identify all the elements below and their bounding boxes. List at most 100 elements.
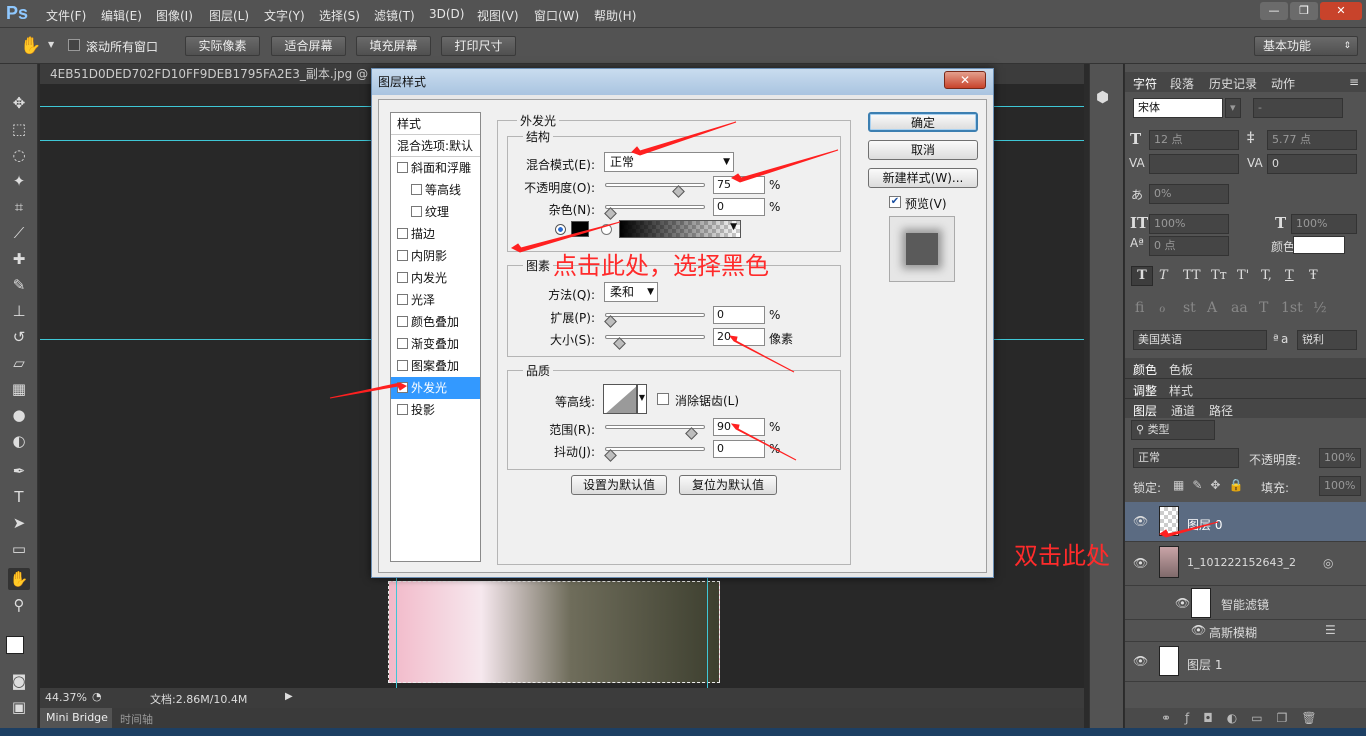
all-caps-button[interactable]: TT (1183, 268, 1201, 283)
visibility-eye-icon[interactable]: 👁 (1133, 514, 1148, 528)
menu-image[interactable]: 图像(I) (156, 7, 193, 24)
foreground-color-swatch[interactable] (6, 636, 24, 654)
style-checkbox[interactable] (397, 316, 408, 327)
hand-tool-active-icon[interactable]: ✋ (8, 568, 30, 590)
menu-edit[interactable]: 编辑(E) (101, 7, 142, 24)
style-item[interactable]: 光泽 (391, 289, 480, 311)
style-item[interactable]: 内阴影 (391, 245, 480, 267)
baseline-shift-field[interactable]: 0 点 (1149, 236, 1229, 256)
print-size-button[interactable]: 打印尺寸 (441, 36, 516, 56)
antialias-select[interactable]: 锐利 (1297, 330, 1357, 350)
layer-name[interactable]: 图层 0 (1187, 516, 1222, 533)
preview-checkbox[interactable]: ✔ (889, 196, 901, 208)
visibility-eye-icon[interactable]: 👁 (1133, 654, 1148, 668)
gradient-picker[interactable]: ▼ (619, 220, 741, 238)
font-family-chevron-icon[interactable]: ▾ (1225, 98, 1241, 118)
size-input[interactable]: 20 (713, 328, 765, 346)
style-item[interactable]: 描边 (391, 223, 480, 245)
layer-opacity-field[interactable]: 100% (1319, 448, 1361, 468)
type-tool-icon[interactable]: T (8, 486, 30, 508)
blur-tool-icon[interactable]: ● (8, 404, 30, 426)
eraser-icon[interactable]: ▱ (8, 352, 30, 374)
visibility-eye-icon[interactable]: 👁 (1191, 623, 1206, 637)
range-input[interactable]: 90 (713, 418, 765, 436)
style-item[interactable]: 渐变叠加 (391, 333, 480, 355)
reset-default-button[interactable]: 复位为默认值 (679, 475, 777, 495)
font-style-select[interactable]: - (1253, 98, 1343, 118)
menu-help[interactable]: 帮助(H) (594, 7, 636, 24)
quick-mask-icon[interactable]: ◙ (8, 670, 30, 692)
layer-name[interactable]: 1_101222152643_2 (1187, 556, 1296, 569)
tab-channels[interactable]: 通道 (1171, 402, 1195, 419)
noise-slider[interactable] (604, 205, 705, 220)
shape-tool-icon[interactable]: ▭ (8, 538, 30, 560)
opacity-slider[interactable] (605, 183, 705, 198)
fit-screen-button[interactable]: 适合屏幕 (271, 36, 346, 56)
lock-icons[interactable]: ▦✎✥🔒 (1173, 478, 1251, 492)
magic-wand-icon[interactable]: ✦ (8, 170, 30, 192)
style-checkbox[interactable] (397, 228, 408, 239)
visibility-eye-icon[interactable]: 👁 (1133, 556, 1148, 570)
clone-stamp-icon[interactable]: ⊥ (8, 300, 30, 322)
leading-field[interactable]: 5.77 点 (1267, 130, 1357, 150)
layer-filter-select[interactable]: ⚲ 类型 (1131, 420, 1215, 440)
alternates-button[interactable]: A (1207, 300, 1217, 316)
style-checkbox[interactable] (397, 162, 408, 173)
zoom-tool-icon[interactable]: ⚲ (8, 594, 30, 616)
style-checkbox[interactable] (397, 360, 408, 371)
tab-paragraph[interactable]: 段落 (1170, 75, 1194, 92)
minimize-button[interactable]: — (1260, 2, 1288, 20)
layer-name[interactable]: 图层 1 (1187, 656, 1222, 673)
style-item[interactable]: 斜面和浮雕 (391, 157, 480, 179)
gradient-tool-icon[interactable]: ▦ (8, 378, 30, 400)
layer-name[interactable]: 智能滤镜 (1221, 596, 1269, 613)
font-size-field[interactable]: 12 点 (1149, 130, 1239, 150)
jitter-input[interactable]: 0 (713, 440, 765, 458)
layer-blend-select[interactable]: 正常 (1133, 448, 1239, 468)
horizontal-scale-field[interactable]: 100% (1291, 214, 1357, 234)
brush-tool-icon[interactable]: ✎ (8, 274, 30, 296)
layer-row-1[interactable]: 👁 1_101222152643_2 ◎ (1125, 542, 1366, 586)
language-select[interactable]: 美国英语 (1133, 330, 1267, 350)
set-default-button[interactable]: 设置为默认值 (571, 475, 667, 495)
layer-row-gaussian-blur[interactable]: 👁 高斯模糊 ☰ (1125, 620, 1366, 642)
underline-button[interactable]: T (1285, 268, 1294, 283)
opacity-input[interactable]: 75 (713, 176, 765, 194)
solid-color-radio[interactable] (555, 224, 566, 235)
restore-button[interactable]: ❐ (1290, 2, 1318, 20)
style-checkbox[interactable] (397, 338, 408, 349)
spread-slider[interactable] (604, 313, 705, 328)
subscript-button[interactable]: T, (1261, 268, 1272, 283)
style-item[interactable]: 投影 (391, 399, 480, 421)
menu-layer[interactable]: 图层(L) (209, 7, 249, 24)
panel-menu-icon[interactable]: ≡ (1349, 75, 1359, 89)
kerning-field[interactable] (1149, 154, 1239, 174)
tool-preset-chevron-icon[interactable]: ▼ (48, 40, 54, 49)
new-style-button[interactable]: 新建样式(W)... (868, 168, 978, 188)
menu-window[interactable]: 窗口(W) (534, 7, 579, 24)
dodge-tool-icon[interactable]: ◐ (8, 430, 30, 452)
3d-panel-icon[interactable]: ⬢ (1096, 88, 1109, 106)
menu-filter[interactable]: 滤镜(T) (374, 7, 415, 24)
tab-swatches[interactable]: 色板 (1169, 361, 1193, 378)
screen-mode-icon[interactable]: ▣ (8, 696, 30, 718)
zoom-level[interactable]: 44.37% (45, 691, 87, 704)
chevron-down-icon[interactable]: ▼ (637, 384, 647, 414)
technique-select[interactable]: 柔和 ▼ (604, 282, 658, 302)
layer-name[interactable]: 高斯模糊 (1209, 624, 1257, 641)
menu-3d[interactable]: 3D(D) (429, 7, 464, 21)
layer-fill-field[interactable]: 100% (1319, 476, 1361, 496)
styles-header[interactable]: 样式 (391, 113, 480, 135)
size-slider[interactable] (605, 335, 705, 350)
style-item[interactable]: 颜色叠加 (391, 311, 480, 333)
style-item[interactable]: 纹理 (391, 201, 480, 223)
hand-tool-icon[interactable]: ✋ (20, 36, 41, 56)
tab-mini-bridge[interactable]: Mini Bridge (40, 708, 112, 728)
status-menu-icon[interactable]: ◔ (92, 690, 102, 703)
ok-button[interactable]: 确定 (868, 112, 978, 132)
ligature-button[interactable]: fi (1135, 300, 1144, 316)
status-arrow-icon[interactable]: ▶ (285, 691, 293, 702)
filter-options-icon[interactable]: ☰ (1325, 623, 1336, 637)
menu-select[interactable]: 选择(S) (319, 7, 360, 24)
small-caps-button[interactable]: Tт (1211, 268, 1227, 283)
